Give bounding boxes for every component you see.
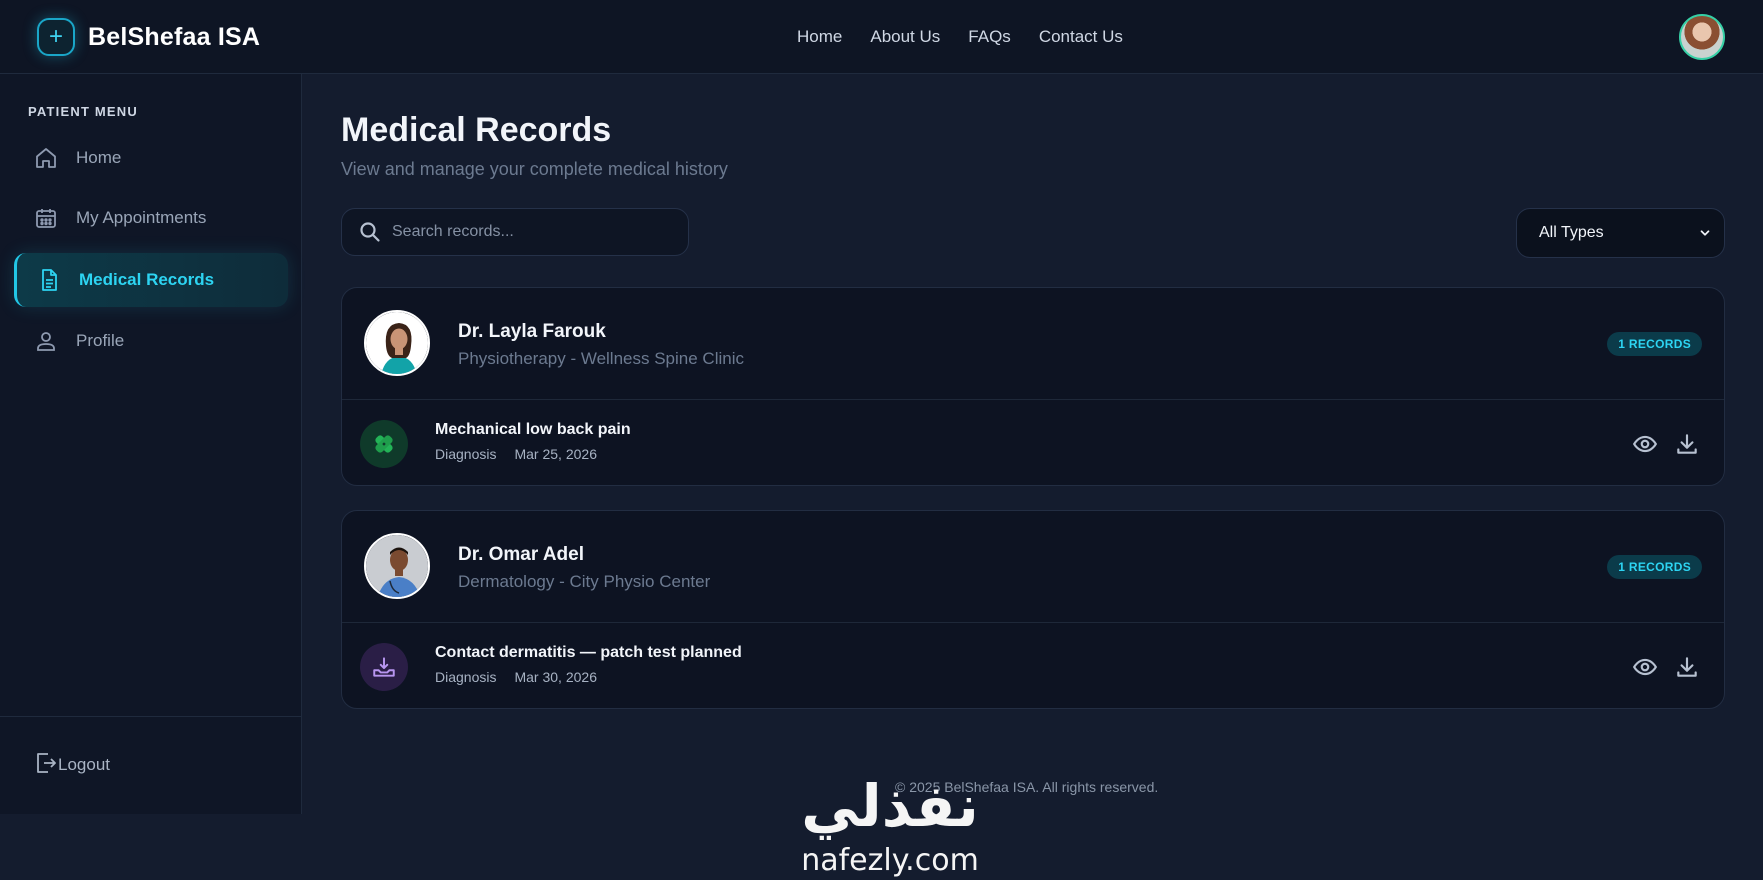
download-icon[interactable]: [1674, 431, 1700, 457]
sidebar-divider: [0, 716, 302, 717]
brand-name: BelShefaa ISA: [88, 22, 261, 51]
nav-home-link[interactable]: Home: [797, 27, 842, 47]
records-count-badge: 1 RECORDS: [1607, 332, 1702, 356]
record-type: Diagnosis: [435, 669, 497, 685]
sidebar-item-label: Home: [76, 148, 122, 167]
page-subtitle: View and manage your complete medical hi…: [341, 159, 728, 179]
watermark-latin: nafezly.com: [801, 843, 979, 878]
record-date: Mar 25, 2026: [514, 446, 597, 462]
sidebar-item-label: Medical Records: [79, 270, 215, 289]
record-type: Diagnosis: [435, 446, 497, 462]
doctor-specialty: Physiotherapy - Wellness Spine Clinic: [458, 349, 744, 368]
nav-contact-link[interactable]: Contact Us: [1039, 27, 1123, 47]
sidebar: PATIENT MENU Home My Appointments Medica…: [0, 74, 302, 814]
document-icon: [42, 269, 57, 291]
record-meta: Diagnosis Mar 25, 2026: [435, 446, 597, 462]
top-bar: + BelShefaa ISA Home About Us FAQs Conta…: [0, 0, 1763, 74]
sidebar-item-home[interactable]: Home: [14, 131, 288, 185]
record-title[interactable]: Mechanical low back pain: [435, 421, 631, 439]
user-avatar[interactable]: [1679, 14, 1725, 60]
skin-icon: [360, 643, 408, 691]
chevron-down-icon: [1700, 230, 1710, 236]
doctor-record-card: Dr. Layla Farouk Physiotherapy - Wellnes…: [341, 287, 1725, 486]
sidebar-item-medical-records[interactable]: Medical Records: [14, 253, 288, 307]
search-icon: [360, 222, 380, 242]
logout-button[interactable]: Logout: [34, 751, 110, 775]
sidebar-item-label: My Appointments: [76, 208, 207, 227]
doctor-card-header: Dr. Omar Adel Dermatology - City Physio …: [342, 511, 1724, 623]
sidebar-title: PATIENT MENU: [28, 104, 138, 119]
sidebar-item-profile[interactable]: Profile: [14, 314, 288, 368]
record-actions: [1632, 654, 1700, 680]
nav-faqs-link[interactable]: FAQs: [968, 27, 1011, 47]
sidebar-bottom: [0, 814, 302, 880]
doctor-name: Dr. Layla Farouk: [458, 321, 606, 342]
doctor-record-card: Dr. Omar Adel Dermatology - City Physio …: [341, 510, 1725, 709]
search-box[interactable]: [341, 208, 689, 256]
brand[interactable]: + BelShefaa ISA: [37, 18, 260, 56]
footer-copyright: © 2025 BelShefaa ISA. All rights reserve…: [895, 779, 1159, 795]
record-date: Mar 30, 2026: [514, 669, 597, 685]
search-input[interactable]: [392, 223, 672, 241]
logout-label: Logout: [58, 755, 110, 774]
plus-icon: +: [37, 18, 75, 56]
bandage-icon: [360, 420, 408, 468]
doctor-card-header: Dr. Layla Farouk Physiotherapy - Wellnes…: [342, 288, 1724, 400]
records-count-badge: 1 RECORDS: [1607, 555, 1702, 579]
sidebar-item-label: Profile: [76, 331, 125, 350]
home-icon: [36, 148, 56, 168]
record-meta: Diagnosis Mar 30, 2026: [435, 669, 597, 685]
view-eye-icon[interactable]: [1632, 431, 1658, 457]
doctor-photo: [364, 533, 430, 599]
user-icon: [37, 332, 55, 351]
calendar-icon: [36, 209, 56, 228]
record-type-select[interactable]: All Types: [1516, 208, 1725, 258]
record-title[interactable]: Contact dermatitis — patch test planned: [435, 644, 742, 662]
doctor-photo: [364, 310, 430, 376]
logout-icon: [37, 753, 56, 773]
page-title: Medical Records: [341, 111, 612, 149]
download-icon[interactable]: [1674, 654, 1700, 680]
top-nav: Home About Us FAQs Contact Us: [797, 27, 1123, 47]
record-actions: [1632, 431, 1700, 457]
sidebar-item-appointments[interactable]: My Appointments: [14, 191, 288, 245]
view-eye-icon[interactable]: [1632, 654, 1658, 680]
nav-about-link[interactable]: About Us: [870, 27, 940, 47]
doctor-name: Dr. Omar Adel: [458, 544, 585, 565]
record-type-selected: All Types: [1539, 224, 1604, 241]
doctor-specialty: Dermatology - City Physio Center: [458, 572, 711, 591]
